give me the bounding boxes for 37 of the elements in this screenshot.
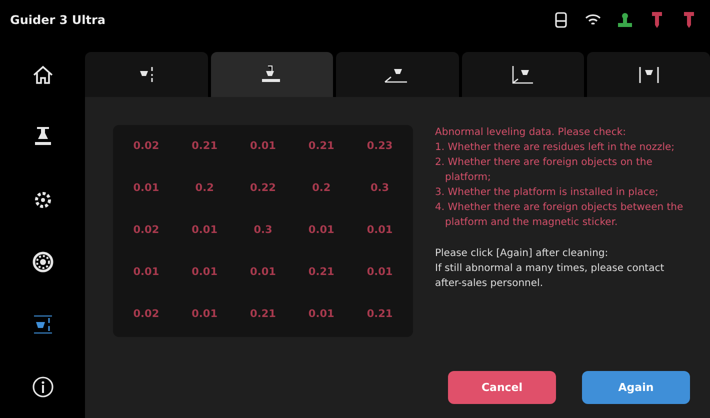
grid-value: 0.21 bbox=[307, 265, 336, 280]
note-text: Please click [Again] after cleaning: bbox=[435, 247, 610, 261]
grid-value: 0.01 bbox=[249, 265, 277, 280]
info-icon bbox=[30, 374, 54, 399]
grid-value: 0.02 bbox=[132, 139, 160, 154]
warning-item: 3. Whether the platform is installed in place; bbox=[435, 186, 660, 200]
grid-value: 0.01 bbox=[366, 223, 394, 238]
grid-value: 0.22 bbox=[249, 181, 277, 196]
filament-spool-icon bbox=[30, 250, 54, 274]
grid-value: 0.21 bbox=[307, 139, 336, 154]
confirm-button[interactable]: Again bbox=[582, 371, 690, 404]
warning-item: 4. Whether there are foreign objects between the platform and the magnetic sticker. bbox=[435, 201, 684, 230]
grid-value: 0.01 bbox=[307, 223, 336, 238]
grid-value: 0.21 bbox=[190, 139, 219, 154]
grid-value: 0.21 bbox=[366, 307, 394, 322]
grid-value: 0.01 bbox=[190, 265, 219, 280]
warning-item: 2. Whether there are foreign objects on the platform; bbox=[435, 156, 654, 185]
grid-value: 0.3 bbox=[369, 181, 390, 196]
warning-title: Abnormal leveling data. Please check: bbox=[435, 126, 627, 140]
grid-value: 0.01 bbox=[366, 265, 394, 280]
grid-value: 0.01 bbox=[307, 307, 336, 322]
note-text: If still abnormal a many times, please contact after-sales personnel. bbox=[435, 262, 666, 291]
grid-value: 0.23 bbox=[366, 139, 394, 154]
grid-value: 0.01 bbox=[249, 139, 277, 154]
grid-value: 0.02 bbox=[132, 223, 160, 238]
grid-value: 0.3 bbox=[252, 223, 274, 238]
grid-value: 0.02 bbox=[132, 307, 160, 322]
device-title: Guider 3 Ultra bbox=[10, 13, 106, 27]
cancel-button[interactable]: Cancel bbox=[448, 371, 556, 404]
grid-value: 0.2 bbox=[194, 181, 215, 196]
warning-item: 1. Whether there are residues left in the nozzle; bbox=[435, 141, 676, 155]
grid-value: 0.2 bbox=[311, 181, 332, 196]
grid-value: 0.01 bbox=[190, 223, 219, 238]
grid-value: 0.01 bbox=[132, 265, 160, 280]
grid-value: 0.01 bbox=[190, 307, 219, 322]
grid-value: 0.21 bbox=[249, 307, 277, 322]
grid-value: 0.01 bbox=[132, 181, 160, 196]
